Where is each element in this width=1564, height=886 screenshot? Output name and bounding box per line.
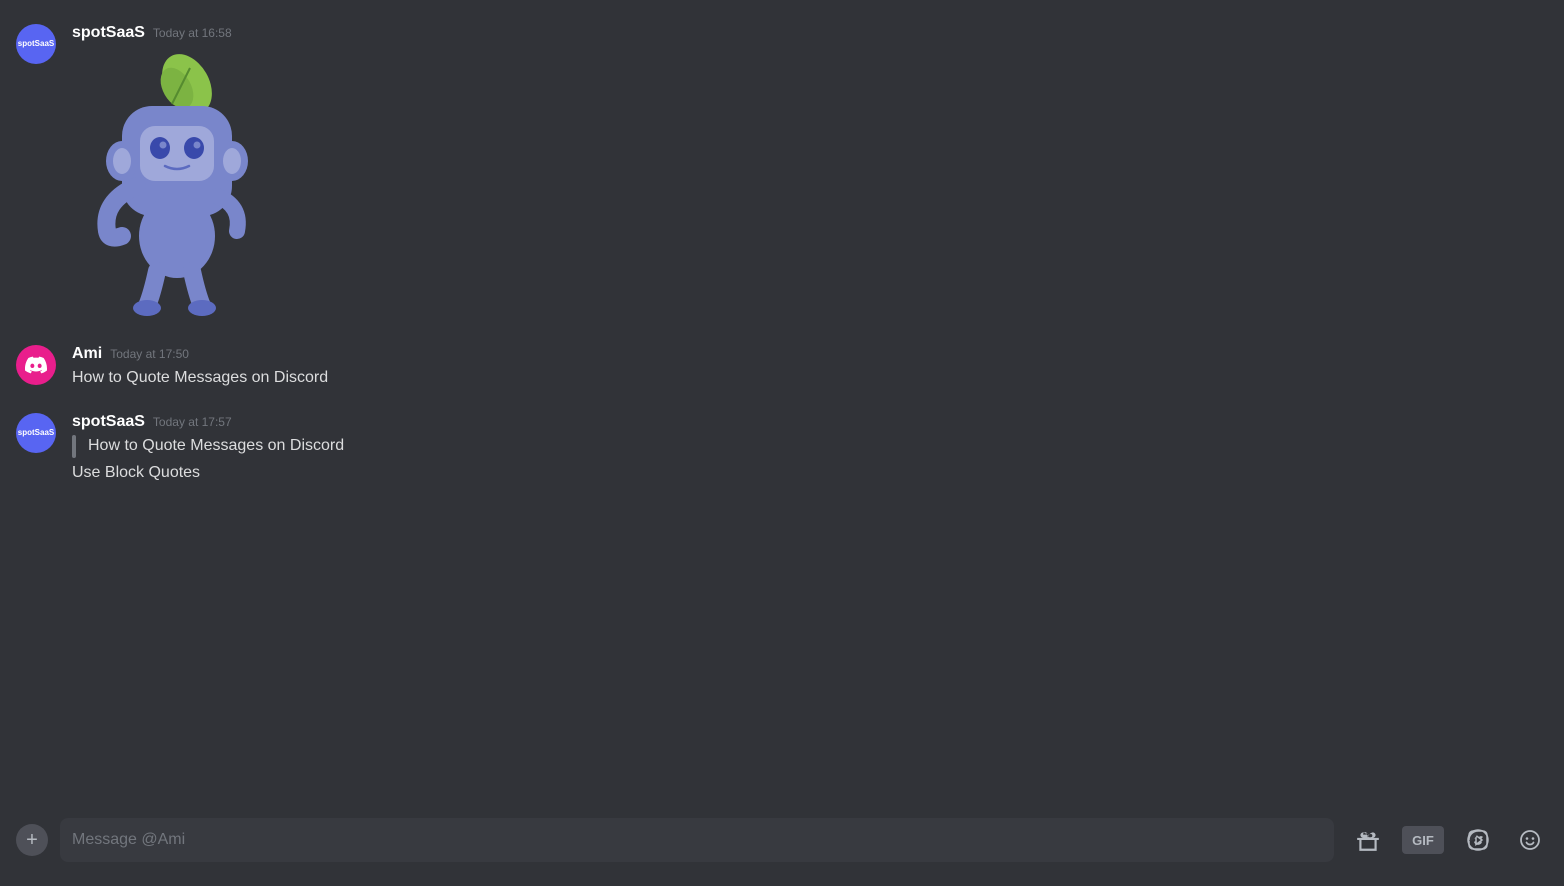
username: spotSaaS xyxy=(72,413,145,431)
message-input-wrapper xyxy=(60,818,1334,862)
timestamp: Today at 16:58 xyxy=(153,26,232,40)
message-header: spotSaaS Today at 17:57 xyxy=(72,413,1548,431)
blockquote-message: How to Quote Messages on Discord xyxy=(72,435,1548,457)
message-group: Ami Today at 17:50 How to Quote Messages… xyxy=(16,341,1548,393)
gif-button[interactable]: GIF xyxy=(1402,826,1444,854)
timestamp: Today at 17:50 xyxy=(110,347,189,361)
blockquote-bar xyxy=(72,435,76,457)
message-group: spotSaaS spotSaaS Today at 17:57 How to … xyxy=(16,409,1548,488)
gift-icon xyxy=(1355,827,1381,853)
emoji-button[interactable] xyxy=(1512,822,1548,858)
message-header: Ami Today at 17:50 xyxy=(72,345,1548,363)
gif-label: GIF xyxy=(1412,833,1434,848)
message-group: spotSaaS spotSaaS Today at 16:58 xyxy=(16,20,1548,325)
emoji-icon xyxy=(1518,828,1542,852)
plus-icon: + xyxy=(26,830,38,850)
blockquote-text: How to Quote Messages on Discord xyxy=(88,435,344,457)
discord-icon xyxy=(25,354,47,376)
message-input[interactable] xyxy=(72,831,1322,849)
message-header: spotSaaS Today at 16:58 xyxy=(72,24,1548,42)
mascot-container xyxy=(72,46,1548,321)
username: spotSaaS xyxy=(72,24,145,42)
username: Ami xyxy=(72,345,102,363)
avatar: spotSaaS xyxy=(16,24,56,64)
message-text: Use Block Quotes xyxy=(72,462,1548,484)
message-content: Ami Today at 17:50 How to Quote Messages… xyxy=(72,345,1548,389)
input-icons: GIF xyxy=(1350,822,1548,858)
message-text: How to Quote Messages on Discord xyxy=(72,367,1548,389)
message-content: spotSaaS Today at 17:57 How to Quote Mes… xyxy=(72,413,1548,484)
message-input-area: + GIF xyxy=(0,818,1564,886)
message-content: spotSaaS Today at 16:58 xyxy=(72,24,1548,321)
add-attachment-button[interactable]: + xyxy=(16,824,48,856)
chat-area: spotSaaS spotSaaS Today at 16:58 xyxy=(0,0,1564,818)
sticker-icon xyxy=(1466,828,1490,852)
sticker-button[interactable] xyxy=(1460,822,1496,858)
gift-button[interactable] xyxy=(1350,822,1386,858)
timestamp: Today at 17:57 xyxy=(153,415,232,429)
avatar xyxy=(16,345,56,385)
mascot-svg xyxy=(72,46,272,316)
avatar: spotSaaS xyxy=(16,413,56,453)
